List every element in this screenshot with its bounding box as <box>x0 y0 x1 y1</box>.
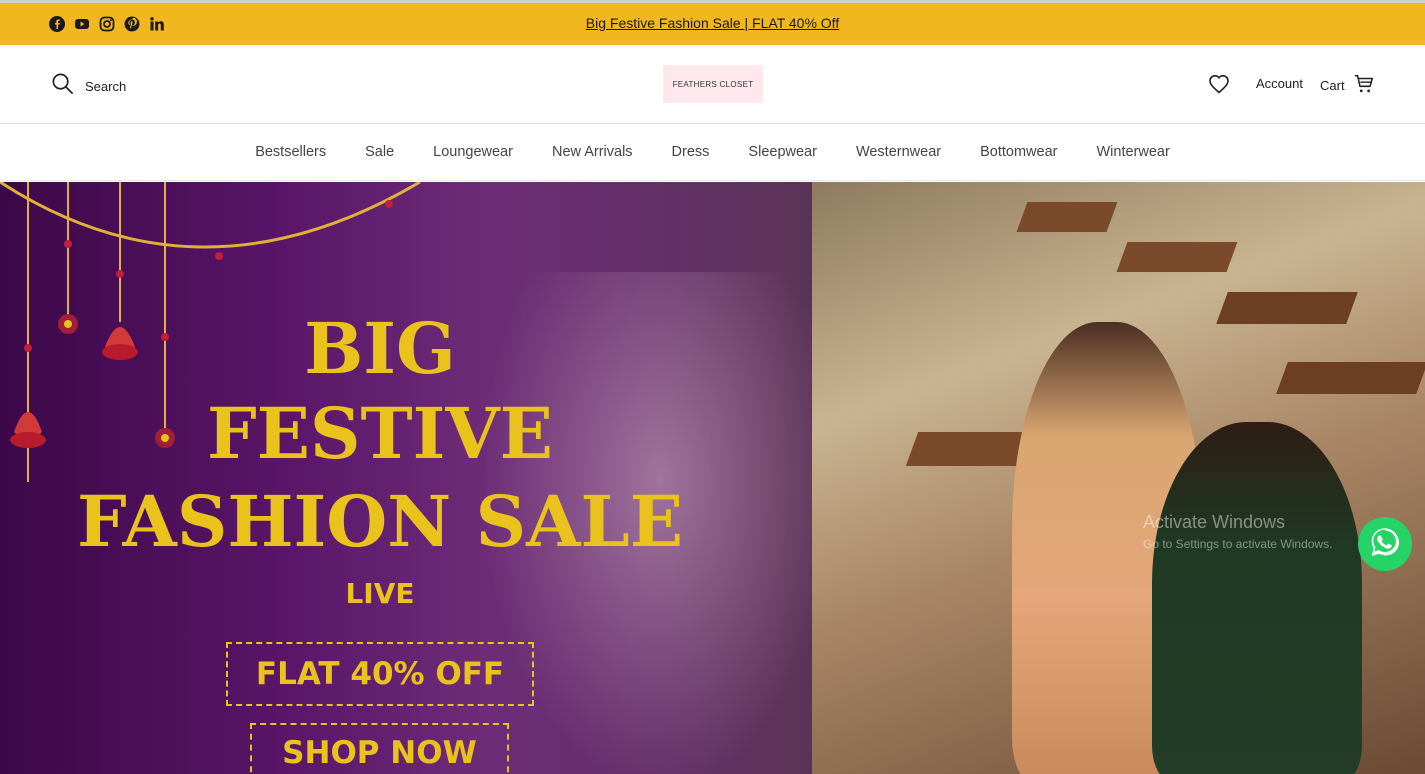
search-button[interactable]: Search <box>51 72 126 100</box>
whatsapp-icon <box>1368 525 1402 564</box>
windows-watermark-title: Activate Windows <box>1143 512 1286 532</box>
cart-label: Cart <box>1320 78 1345 93</box>
hero-live-label: LIVE <box>345 577 415 610</box>
nav-item-loungewear[interactable]: Loungewear <box>433 144 513 160</box>
hero-stairs-decor <box>1276 362 1425 394</box>
announcement-bar: Big Festive Fashion Sale | FLAT 40% Off <box>0 3 1425 45</box>
account-link[interactable]: Account <box>1256 76 1303 91</box>
hero-model-figure <box>1152 422 1362 774</box>
cart-icon <box>1353 73 1375 98</box>
nav-item-winterwear[interactable]: Winterwear <box>1096 144 1169 160</box>
hero-title-line2: FESTIVE <box>206 392 554 475</box>
search-icon <box>51 72 74 100</box>
main-nav: Bestsellers Sale Loungewear New Arrivals… <box>0 124 1425 181</box>
wishlist-heart-icon[interactable] <box>1207 72 1231 96</box>
offer-badge: FLAT 40% OFF <box>226 642 534 706</box>
hero-title-line1: BIG <box>304 307 456 390</box>
hero-right-panel <box>812 182 1425 774</box>
hero-title-line3: FASHION SALE <box>76 480 684 563</box>
nav-item-dress[interactable]: Dress <box>672 144 710 160</box>
logo-text: FEATHERS CLOSET <box>672 79 754 89</box>
hero-stairs-decor <box>1216 292 1358 324</box>
nav-item-westernwear[interactable]: Westernwear <box>856 144 941 160</box>
hero-stairs-decor <box>1116 242 1238 272</box>
cart-button[interactable]: Cart <box>1320 73 1375 98</box>
announcement-link[interactable]: Big Festive Fashion Sale | FLAT 40% Off <box>0 15 1425 31</box>
nav-item-sleepwear[interactable]: Sleepwear <box>748 144 817 160</box>
search-label: Search <box>85 78 127 94</box>
nav-item-sale[interactable]: Sale <box>365 144 394 160</box>
whatsapp-chat-button[interactable] <box>1358 517 1412 571</box>
nav-item-new-arrivals[interactable]: New Arrivals <box>552 144 633 160</box>
hero-banner[interactable]: BIG FESTIVE FASHION SALE LIVE FLAT 40% O… <box>0 182 1425 774</box>
nav-item-bottomwear[interactable]: Bottomwear <box>980 144 1057 160</box>
nav-item-bestsellers[interactable]: Bestsellers <box>255 144 326 160</box>
windows-watermark-subtitle: Go to Settings to activate Windows. <box>1143 537 1333 551</box>
site-logo[interactable]: FEATHERS CLOSET <box>663 65 763 103</box>
hero-stairs-decor <box>1016 202 1118 232</box>
site-header: Search FEATHERS CLOSET Account Cart <box>0 45 1425 124</box>
shop-now-button[interactable]: SHOP NOW <box>250 723 509 774</box>
